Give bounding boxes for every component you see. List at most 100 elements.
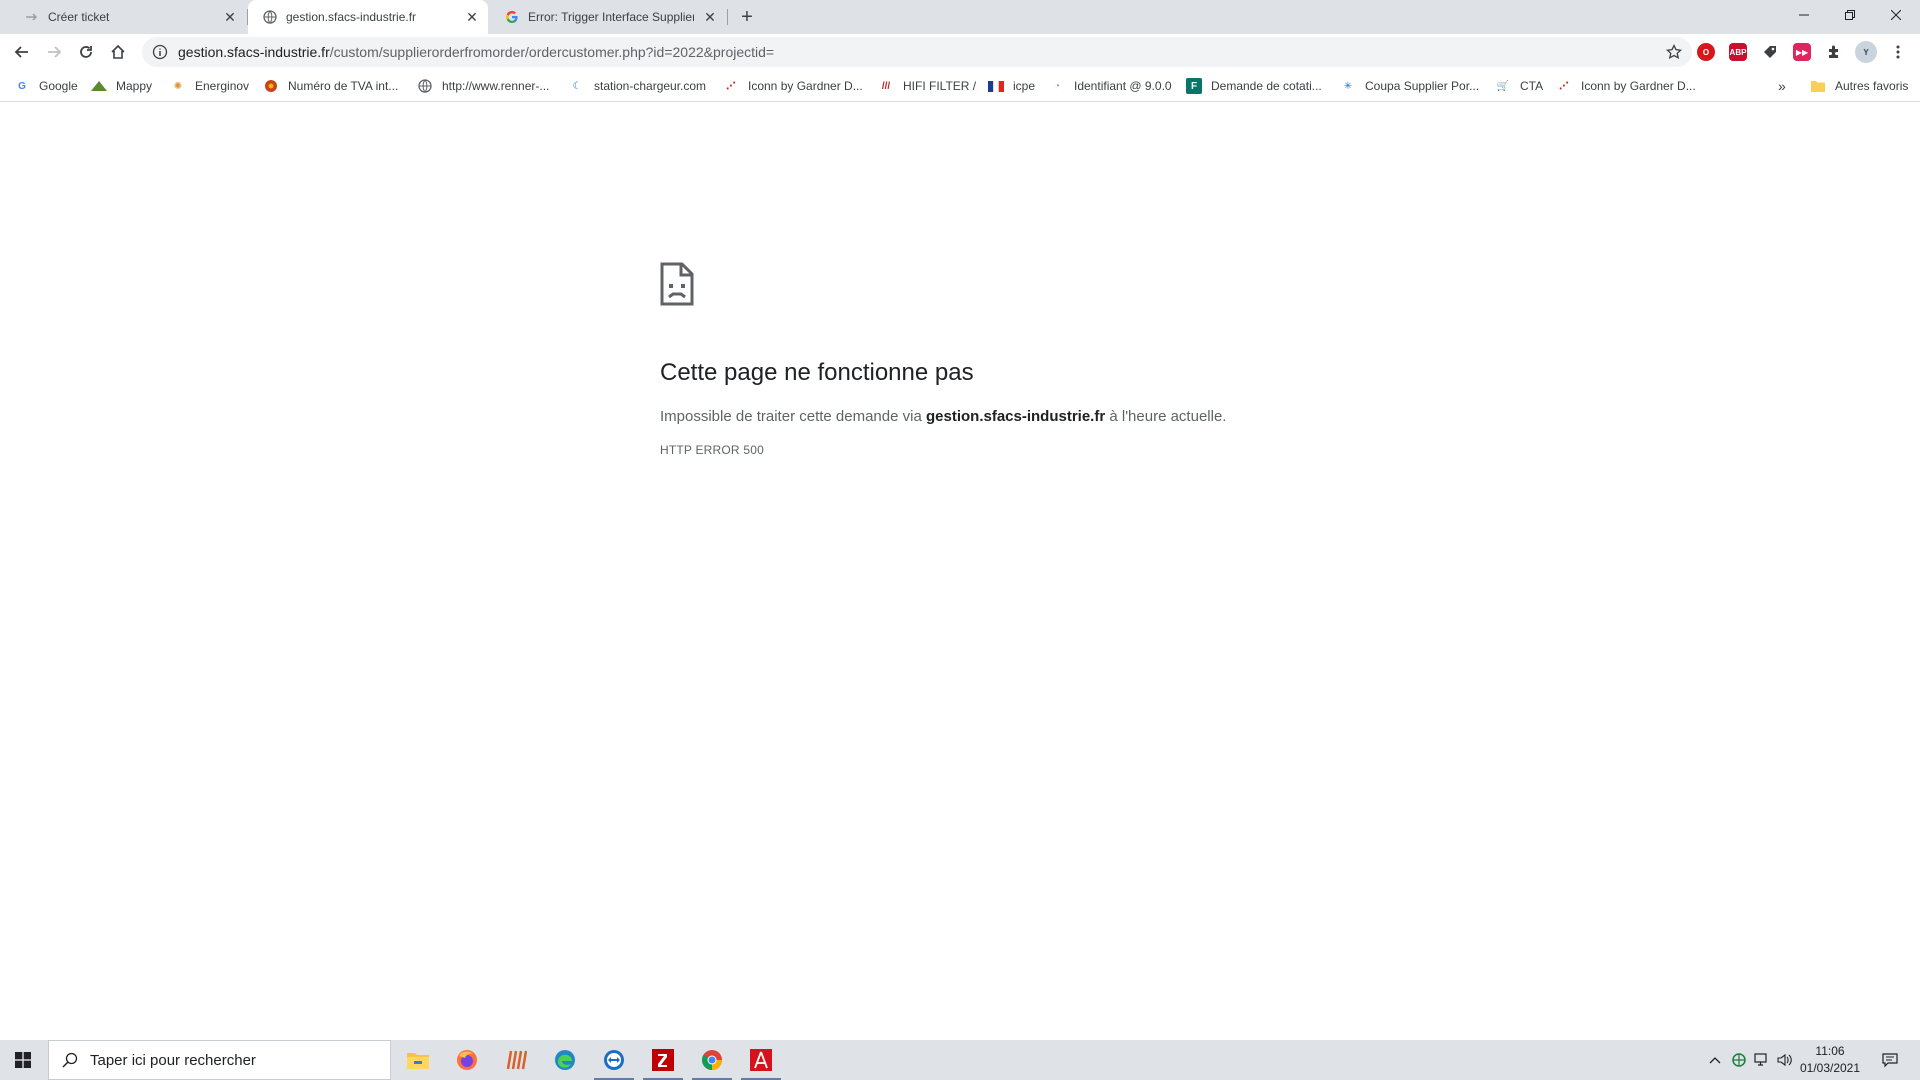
clock-date: 01/03/2021 <box>1799 1061 1861 1075</box>
bookmark-identifiant[interactable]: ◔ Identifiant @ 9.0.0 <box>1049 77 1172 95</box>
hifi-icon: /// <box>881 80 891 92</box>
identifiant-icon: ◔ <box>1053 80 1061 92</box>
tab-title: gestion.sfacs-industrie.fr <box>286 10 417 24</box>
reload-icon <box>80 46 92 58</box>
edge-icon[interactable] <box>541 1040 589 1080</box>
tva-icon <box>263 78 279 94</box>
bookmark-mappy[interactable]: Mappy <box>91 77 152 95</box>
tab-title: Error: Trigger Interface Supplier o <box>528 10 694 24</box>
notifications-button[interactable] <box>1870 1040 1910 1080</box>
network-icon[interactable] <box>1751 1040 1773 1080</box>
bookmark-google[interactable]: G Google <box>14 77 78 95</box>
show-hidden-icons-button[interactable] <box>1703 1040 1727 1080</box>
error-description: Impossible de traiter cette demande via … <box>660 408 1227 425</box>
bookmark-tva[interactable]: Numéro de TVA int... <box>263 77 398 95</box>
flag-icon <box>988 78 1004 94</box>
extensions-icon[interactable] <box>1825 43 1843 61</box>
forms-icon: F <box>1186 78 1202 94</box>
tab-creer-ticket[interactable]: Créer ticket ✕ <box>10 0 246 34</box>
close-icon[interactable]: ✕ <box>702 9 718 25</box>
coupa-icon: ✳ <box>1343 80 1353 92</box>
globe-icon <box>262 9 278 25</box>
vpn-icon[interactable] <box>1728 1040 1750 1080</box>
bookmarks-overflow-button[interactable]: » <box>1778 77 1786 95</box>
forward-arrow-icon <box>48 46 62 58</box>
url-text: gestion.sfacs-industrie.fr/custom/suppli… <box>178 44 775 60</box>
iconn-icon: ⋰ <box>726 80 736 92</box>
home-icon <box>111 44 125 59</box>
youtube-ext-icon[interactable]: ▶▶ <box>1793 43 1811 61</box>
tab-title: Créer ticket <box>48 10 110 24</box>
start-button[interactable] <box>0 1040 46 1080</box>
clock[interactable]: 11:06 01/03/2021 <box>1796 1043 1864 1077</box>
bookmark-energinov[interactable]: ✺ Energinov <box>170 77 249 95</box>
opera-ext-icon[interactable]: O <box>1697 43 1715 61</box>
other-bookmarks-folder[interactable]: Autres favoris <box>1810 77 1908 95</box>
bookmark-coupa[interactable]: ✳ Coupa Supplier Por... <box>1340 77 1479 95</box>
close-icon[interactable]: ✕ <box>222 9 238 25</box>
bookmark-star-icon[interactable] <box>1666 44 1682 60</box>
folder-icon <box>1810 78 1826 94</box>
file-explorer-icon[interactable] <box>394 1040 442 1080</box>
adblock-icon[interactable]: ABP <box>1729 43 1747 61</box>
menu-icon[interactable] <box>1889 43 1907 61</box>
google-icon <box>504 9 520 25</box>
bookmark-icpe[interactable]: icpe <box>988 77 1035 95</box>
error-code: HTTP ERROR 500 <box>660 443 764 457</box>
bookmark-iconn-2[interactable]: ⋰ Iconn by Gardner D... <box>1556 77 1696 95</box>
teamviewer-icon[interactable] <box>590 1040 638 1080</box>
bookmark-hifi-filter[interactable]: ///HIFI FILTER / <box>878 77 976 95</box>
back-button[interactable] <box>8 38 36 66</box>
address-bar[interactable]: gestion.sfacs-industrie.fr/custom/suppli… <box>142 37 1692 67</box>
energinov-icon: ✺ <box>173 80 183 92</box>
forward-button[interactable] <box>40 38 68 66</box>
chrome-icon[interactable] <box>688 1040 736 1080</box>
arrow-icon <box>24 9 40 25</box>
minimize-button[interactable] <box>1781 0 1827 30</box>
iconn-icon: ⋰ <box>1559 80 1569 92</box>
acrobat-icon[interactable] <box>737 1040 785 1080</box>
error-host: gestion.sfacs-industrie.fr <box>925 408 1106 425</box>
sad-page-icon <box>660 262 694 306</box>
bookmark-iconn[interactable]: ⋰ Iconn by Gardner D... <box>723 77 863 95</box>
windows-icon <box>15 1052 31 1068</box>
tag-ext-icon[interactable] <box>1761 43 1779 61</box>
close-icon[interactable]: ✕ <box>464 9 480 25</box>
browser-toolbar: gestion.sfacs-industrie.fr/custom/suppli… <box>0 34 1920 70</box>
tab-divider <box>727 9 728 25</box>
bookmark-renner[interactable]: http://www.renner-... <box>417 77 549 95</box>
tab-error-trigger[interactable]: Error: Trigger Interface Supplier o ✕ <box>490 0 726 34</box>
bookmark-demande-cotation[interactable]: F Demande de cotati... <box>1186 77 1322 95</box>
firefox-icon[interactable] <box>443 1040 491 1080</box>
volume-icon[interactable] <box>1774 1040 1796 1080</box>
error-title: Cette page ne fonctionne pas <box>660 359 974 386</box>
info-icon[interactable] <box>152 44 168 60</box>
cart-icon: 🛒 <box>1496 80 1510 92</box>
tab-strip: Créer ticket ✕ gestion.sfacs-industrie.f… <box>0 0 1920 34</box>
chevron-up-icon <box>1709 1057 1721 1064</box>
tab-gestion-sfacs[interactable]: gestion.sfacs-industrie.fr ✕ <box>248 0 488 34</box>
globe-icon <box>417 78 433 94</box>
google-icon: G <box>18 80 26 92</box>
search-icon <box>62 1052 78 1068</box>
station-icon: ☾ <box>572 80 582 92</box>
back-arrow-icon <box>14 46 28 58</box>
bookmark-cta[interactable]: 🛒 CTA <box>1495 77 1543 95</box>
reload-button[interactable] <box>72 38 100 66</box>
bookmarks-bar: G Google Mappy ✺ Energinov Numéro de TVA i… <box>0 70 1920 102</box>
search-placeholder: Taper ici pour rechercher <box>90 1051 256 1069</box>
taskbar: Taper ici pour rechercher 11:06 01/03/20… <box>0 1040 1920 1080</box>
filezilla-icon[interactable] <box>639 1040 687 1080</box>
close-window-button[interactable] <box>1873 0 1919 30</box>
notification-icon <box>1882 1053 1898 1068</box>
taskbar-search[interactable]: Taper ici pour rechercher <box>48 1040 391 1080</box>
clock-time: 11:06 <box>1815 1044 1845 1058</box>
new-tab-button[interactable]: + <box>735 6 759 28</box>
home-button[interactable] <box>104 38 132 66</box>
restore-button[interactable] <box>1827 0 1873 30</box>
profile-avatar[interactable]: Y <box>1855 41 1877 63</box>
bookmark-station-chargeur[interactable]: ☾ station-chargeur.com <box>569 77 707 95</box>
mappy-icon <box>91 78 107 94</box>
winlogbeat-icon[interactable] <box>492 1040 540 1080</box>
error-page: Cette page ne fonctionne pas Impossible … <box>660 262 1360 457</box>
